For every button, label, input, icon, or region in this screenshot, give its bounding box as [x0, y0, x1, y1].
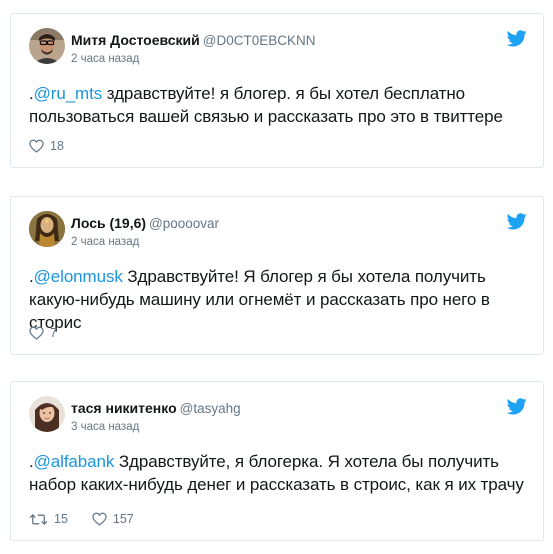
avatar-image: [29, 28, 65, 64]
timestamp[interactable]: 3 часа назад: [71, 421, 139, 433]
author-handle[interactable]: @D0CT0EBCKNN: [203, 33, 316, 48]
mention-link[interactable]: @alfabank: [34, 452, 115, 471]
avatar[interactable]: [29, 28, 65, 64]
retweet-button[interactable]: 15: [29, 512, 68, 526]
avatar-image: [29, 396, 65, 432]
like-count: 157: [112, 512, 134, 526]
tweet-header: Лось (19,6) @poooovar: [71, 215, 219, 232]
tweet-card[interactable]: Митя Достоевский @D0CT0EBCKNN 2 часа наза…: [10, 13, 544, 168]
twitter-bird-icon[interactable]: [507, 213, 527, 230]
heart-icon: [29, 326, 44, 340]
mention-link[interactable]: @ru_mts: [34, 84, 103, 103]
twitter-bird-icon[interactable]: [507, 398, 527, 415]
tweet-actions: 18: [29, 139, 88, 153]
timestamp[interactable]: 2 часа назад: [71, 236, 139, 248]
tweet-actions: 15 157: [29, 512, 158, 526]
heart-icon: [29, 139, 44, 153]
retweet-icon: [29, 513, 48, 525]
timestamp[interactable]: 2 часа назад: [71, 53, 139, 65]
tweet-header: тася никитенко @tasyahg: [71, 400, 241, 417]
tweet-text: .@alfabank Здравствуйте, я блогерка. Я х…: [29, 450, 531, 496]
avatar[interactable]: [29, 396, 65, 432]
like-button[interactable]: 7: [29, 326, 57, 340]
heart-icon: [92, 512, 107, 526]
twitter-bird-icon[interactable]: [507, 30, 527, 47]
mention-link[interactable]: @elonmusk: [34, 267, 123, 286]
author-handle[interactable]: @poooovar: [149, 216, 219, 231]
tweet-card[interactable]: тася никитенко @tasyahg 3 часа назад .@al…: [10, 381, 544, 541]
author-handle[interactable]: @tasyahg: [180, 401, 241, 416]
like-button[interactable]: 157: [92, 512, 134, 526]
author-name[interactable]: Митя Достоевский: [71, 32, 200, 48]
avatar-image: [29, 211, 65, 247]
retweet-count: 15: [54, 512, 68, 526]
tweet-text: .@elonmusk Здравствуйте! Я блогер я бы х…: [29, 265, 531, 334]
like-count: 18: [50, 139, 64, 153]
like-button[interactable]: 18: [29, 139, 64, 153]
tweet-card[interactable]: Лось (19,6) @poooovar 2 часа назад .@elon…: [10, 196, 544, 355]
tweet-text: .@ru_mts здравствуйте! я блогер. я бы хо…: [29, 82, 531, 128]
tweet-header: Митя Достоевский @D0CT0EBCKNN: [71, 32, 316, 49]
tweet-actions: 7: [29, 326, 81, 340]
avatar[interactable]: [29, 211, 65, 247]
author-name[interactable]: тася никитенко: [71, 400, 177, 416]
author-name[interactable]: Лось (19,6): [71, 215, 146, 231]
like-count: 7: [50, 326, 57, 340]
